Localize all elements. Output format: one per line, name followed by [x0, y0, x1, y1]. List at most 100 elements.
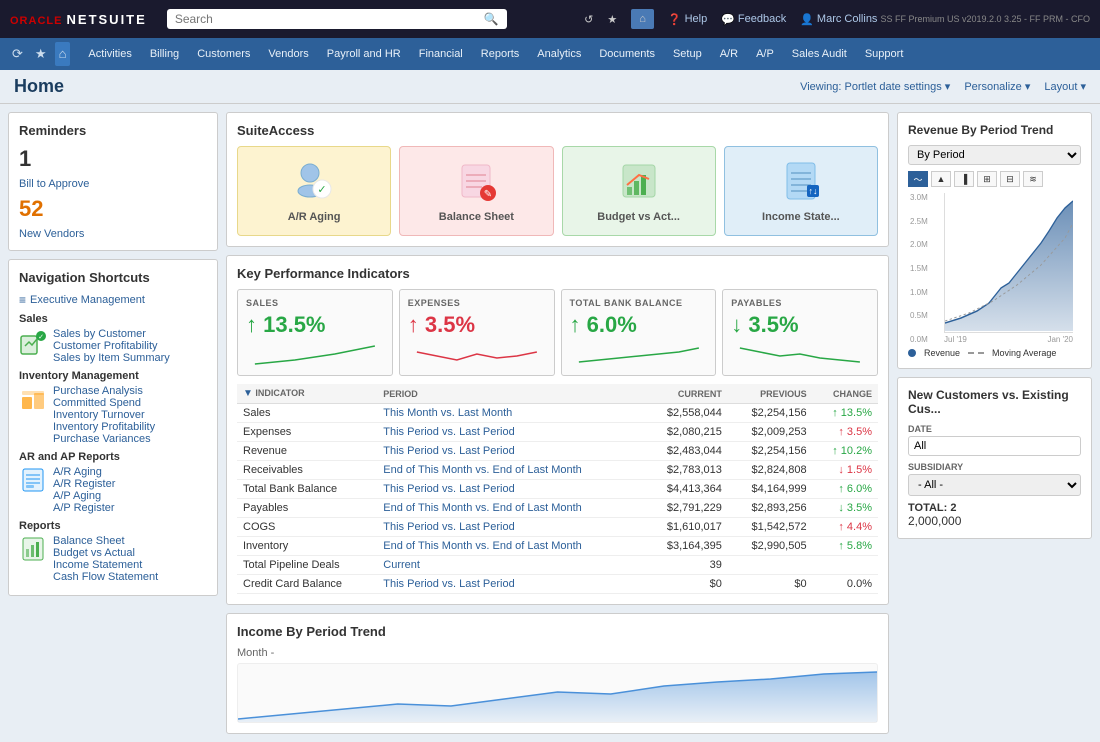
nav-home-icon[interactable]: ⌂	[55, 42, 71, 66]
viewing-portlet[interactable]: Viewing: Portlet date settings	[800, 80, 950, 93]
period-sales[interactable]: This Month vs. Last Month	[377, 404, 643, 423]
purchase-analysis-link[interactable]: Purchase Analysis	[53, 385, 155, 397]
kpi-bank-label: TOTAL BANK BALANCE	[570, 298, 708, 308]
suite-tile-budget[interactable]: Budget vs Act...	[562, 146, 716, 236]
period-bank[interactable]: This Period vs. Last Period	[377, 480, 643, 499]
suite-tile-ar-aging[interactable]: ✓ A/R Aging	[237, 146, 391, 236]
nav-ap[interactable]: A/P	[748, 38, 782, 70]
period-expenses[interactable]: This Period vs. Last Period	[377, 423, 643, 442]
refresh-icon[interactable]: ↺	[584, 13, 593, 26]
current-revenue: $2,483,044	[643, 442, 728, 461]
nav-payroll[interactable]: Payroll and HR	[319, 38, 409, 70]
period-inventory[interactable]: End of This Month vs. End of Last Month	[377, 537, 643, 556]
income-statement-link[interactable]: Income Statement	[53, 559, 158, 571]
period-payables[interactable]: End of This Month vs. End of Last Month	[377, 499, 643, 518]
total-amount: 2,000,000	[908, 514, 1081, 528]
kpi-sales-sparkline	[246, 342, 384, 367]
ap-aging-link[interactable]: A/P Aging	[53, 490, 115, 502]
period-revenue[interactable]: This Period vs. Last Period	[377, 442, 643, 461]
suite-tile-balance-sheet[interactable]: ✎ Balance Sheet	[399, 146, 553, 236]
star-icon[interactable]: ★	[607, 13, 617, 26]
nav-support[interactable]: Support	[857, 38, 912, 70]
chart-area	[944, 193, 1073, 333]
nav-customers[interactable]: Customers	[189, 38, 258, 70]
search-box[interactable]: 🔍	[167, 9, 507, 29]
nav-financial[interactable]: Financial	[411, 38, 471, 70]
indicator-revenue: Revenue	[237, 442, 377, 461]
home-icon[interactable]: ⌂	[631, 9, 654, 29]
subsidiary-select[interactable]: - All -	[908, 474, 1081, 496]
budget-icon	[617, 159, 661, 203]
period-credit[interactable]: This Period vs. Last Period	[377, 575, 643, 594]
line-chart-icon[interactable]: 〜	[908, 171, 928, 187]
date-input[interactable]	[908, 436, 1081, 456]
nav-analytics[interactable]: Analytics	[529, 38, 589, 70]
filter-icon[interactable]: ▼	[243, 388, 253, 399]
period-pipeline[interactable]: Current	[377, 556, 643, 575]
nav-bookmark-icon[interactable]: ★	[31, 42, 51, 66]
table-row: COGS This Period vs. Last Period $1,610,…	[237, 518, 878, 537]
period-cogs[interactable]: This Period vs. Last Period	[377, 518, 643, 537]
exec-mgmt-link[interactable]: ≡ Executive Management	[19, 293, 207, 307]
period-receivables[interactable]: End of This Month vs. End of Last Month	[377, 461, 643, 480]
nav-recent-icon[interactable]: ⟳	[8, 42, 27, 66]
nav-setup[interactable]: Setup	[665, 38, 710, 70]
budget-vs-actual-link[interactable]: Budget vs Actual	[53, 547, 158, 559]
suite-tile-income[interactable]: ↑↓ Income State...	[724, 146, 878, 236]
cash-flow-link[interactable]: Cash Flow Statement	[53, 571, 158, 583]
change-credit: 0.0%	[813, 575, 878, 594]
inventory-profitability-link[interactable]: Inventory Profitability	[53, 421, 155, 433]
layout-link[interactable]: Layout	[1044, 80, 1086, 93]
inventory-turnover-link[interactable]: Inventory Turnover	[53, 409, 155, 421]
indicator-bank: Total Bank Balance	[237, 480, 377, 499]
bar-chart-icon[interactable]: ▐	[954, 171, 974, 187]
indicator-pipeline: Total Pipeline Deals	[237, 556, 377, 575]
ar-aging-link[interactable]: A/R Aging	[53, 466, 115, 478]
search-input[interactable]	[175, 12, 484, 26]
new-customers-card: New Customers vs. Existing Cus... DATE S…	[897, 377, 1092, 539]
reminder-1: 1	[19, 146, 207, 172]
nav-ar[interactable]: A/R	[712, 38, 746, 70]
bill-to-approve-link[interactable]: Bill to Approve	[19, 178, 89, 190]
sales-by-item-link[interactable]: Sales by Item Summary	[53, 352, 170, 364]
table-row: Receivables End of This Month vs. End of…	[237, 461, 878, 480]
nav-bar: ⟳ ★ ⌂ Activities Billing Customers Vendo…	[0, 38, 1100, 70]
committed-spend-link[interactable]: Committed Spend	[53, 397, 155, 409]
ar-aging-icon: ✓	[292, 159, 336, 203]
budget-label: Budget vs Act...	[597, 211, 680, 223]
income-icon: ↑↓	[779, 159, 823, 203]
user-menu[interactable]: 👤 Marc Collins SS FF Premium US v2019.2.…	[800, 13, 1090, 26]
ap-register-link[interactable]: A/P Register	[53, 502, 115, 514]
balance-sheet-label: Balance Sheet	[439, 211, 514, 223]
table-row: Total Pipeline Deals Current 39	[237, 556, 878, 575]
personalize-link[interactable]: Personalize	[964, 80, 1030, 93]
customer-profitability-link[interactable]: Customer Profitability	[53, 340, 170, 352]
nav-billing[interactable]: Billing	[142, 38, 187, 70]
ar-register-link[interactable]: A/R Register	[53, 478, 115, 490]
inventory-group-title: Inventory Management	[19, 370, 207, 382]
svg-text:✎: ✎	[484, 189, 492, 200]
sales-icon: ✓	[19, 328, 47, 356]
purchase-variances-link[interactable]: Purchase Variances	[53, 433, 155, 445]
arap-links: A/R Aging A/R Register A/P Aging A/P Reg…	[53, 466, 115, 514]
oracle-logo: ORACLE NETSUITE	[10, 12, 147, 27]
table-chart-icon[interactable]: ⊞	[977, 171, 997, 187]
sales-by-customer-link[interactable]: Sales by Customer	[53, 328, 170, 340]
nav-sales-audit[interactable]: Sales Audit	[784, 38, 855, 70]
kpi-sales-value: ↑ 13.5%	[246, 312, 384, 338]
reminders-title: Reminders	[19, 123, 207, 138]
table-row: Revenue This Period vs. Last Period $2,4…	[237, 442, 878, 461]
nav-reports[interactable]: Reports	[473, 38, 528, 70]
feedback-link[interactable]: 💬 Feedback	[721, 13, 786, 26]
wave-chart-icon[interactable]: ≋	[1023, 171, 1043, 187]
nav-documents[interactable]: Documents	[591, 38, 663, 70]
nav-vendors[interactable]: Vendors	[260, 38, 316, 70]
period-select[interactable]: By Period By Quarter By Year	[908, 145, 1081, 165]
balance-sheet-link[interactable]: Balance Sheet	[53, 535, 158, 547]
help-link[interactable]: ❓ Help	[668, 13, 707, 26]
area-chart-icon[interactable]: ▲	[931, 171, 951, 187]
nav-activities[interactable]: Activities	[80, 38, 139, 70]
th-period: PERIOD	[377, 384, 643, 404]
new-vendors-link[interactable]: New Vendors	[19, 228, 84, 240]
zoom-out-icon[interactable]: ⊟	[1000, 171, 1020, 187]
